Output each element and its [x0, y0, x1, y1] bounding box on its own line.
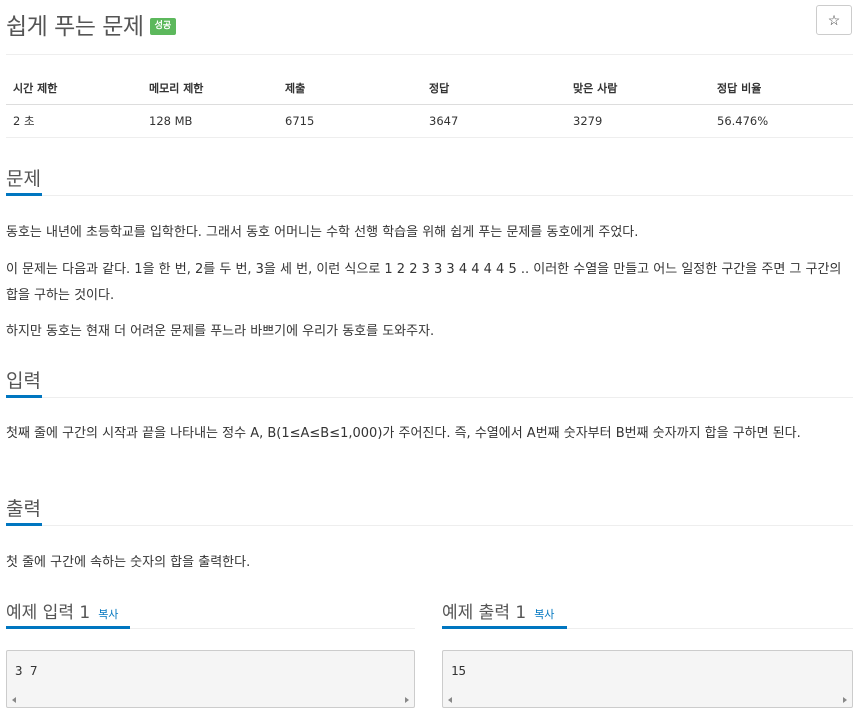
- header-accept-ratio: 정답 비율: [710, 72, 853, 105]
- problem-paragraph-2: 이 문제는 다음과 같다. 1을 한 번, 2를 두 번, 3을 세 번, 이런…: [6, 262, 842, 303]
- header-memory-limit: 메모리 제한: [142, 72, 278, 105]
- header-accepted: 정답: [422, 72, 566, 105]
- sample-input-heading: 예제 입력 1 복사: [6, 598, 118, 623]
- section-underline: [6, 626, 130, 629]
- page-title: 쉽게 푸는 문제: [6, 14, 144, 40]
- scroll-left-icon[interactable]: [12, 697, 16, 703]
- output-paragraph: 첫 줄에 구간에 속하는 숫자의 합을 출력한다.: [6, 555, 251, 570]
- horizontal-scrollbar[interactable]: [7, 693, 414, 707]
- scroll-right-icon[interactable]: [405, 697, 409, 703]
- section-divider: [6, 195, 853, 196]
- table-row: 2 초 128 MB 6715 3647 3279 56.476%: [6, 104, 853, 138]
- sample-output-box[interactable]: 15: [442, 650, 853, 708]
- star-button[interactable]: ☆: [816, 5, 852, 35]
- input-heading: 입력: [6, 370, 41, 392]
- section-divider: [6, 525, 853, 526]
- header-time-limit: 시간 제한: [6, 72, 142, 105]
- section-underline: [6, 193, 42, 196]
- solved-users-value: 3279: [566, 104, 710, 138]
- problem-info-table: 시간 제한 메모리 제한 제출 정답 맞은 사람 정답 비율 2 초 128 M…: [6, 72, 853, 138]
- title-row: 쉽게 푸는 문제 성공: [6, 6, 177, 42]
- sample-input-value: 3 7: [15, 663, 38, 678]
- copy-input-link[interactable]: 복사: [98, 606, 118, 622]
- accepted-value: 3647: [422, 104, 566, 138]
- submissions-value: 6715: [278, 104, 422, 138]
- section-underline: [6, 395, 42, 398]
- star-icon: ☆: [827, 11, 841, 28]
- copy-output-link[interactable]: 복사: [534, 606, 554, 622]
- time-limit-value: 2 초: [6, 104, 142, 138]
- header-solved-users: 맞은 사람: [566, 72, 710, 105]
- output-heading: 출력: [6, 498, 41, 520]
- scroll-left-icon[interactable]: [448, 697, 452, 703]
- problem-paragraph-3: 하지만 동호는 현재 더 어려운 문제를 푸느라 바쁘기에 우리가 동호를 도와…: [6, 324, 435, 339]
- divider: [6, 54, 853, 55]
- section-divider: [6, 397, 853, 398]
- section-underline: [6, 523, 42, 526]
- scroll-right-icon[interactable]: [843, 697, 847, 703]
- section-underline: [442, 626, 567, 629]
- horizontal-scrollbar[interactable]: [443, 693, 852, 707]
- problem-heading: 문제: [6, 168, 41, 190]
- sample-output-title: 예제 출력 1: [442, 603, 527, 623]
- status-badge: 성공: [149, 17, 177, 35]
- memory-limit-value: 128 MB: [142, 104, 278, 138]
- table-header-row: 시간 제한 메모리 제한 제출 정답 맞은 사람 정답 비율: [6, 72, 853, 105]
- sample-output-heading: 예제 출력 1 복사: [442, 598, 554, 623]
- sample-output-value: 15: [451, 663, 467, 678]
- input-paragraph: 첫째 줄에 구간의 시작과 끝을 나타내는 정수 A, B(1≤A≤B≤1,00…: [6, 426, 801, 441]
- problem-paragraph-1: 동호는 내년에 초등학교를 입학한다. 그래서 동호 어머니는 수학 선행 학습…: [6, 225, 639, 240]
- sample-input-box[interactable]: 3 7: [6, 650, 415, 708]
- accept-ratio-value: 56.476%: [710, 104, 853, 138]
- sample-input-title: 예제 입력 1: [6, 603, 91, 623]
- header-submissions: 제출: [278, 72, 422, 105]
